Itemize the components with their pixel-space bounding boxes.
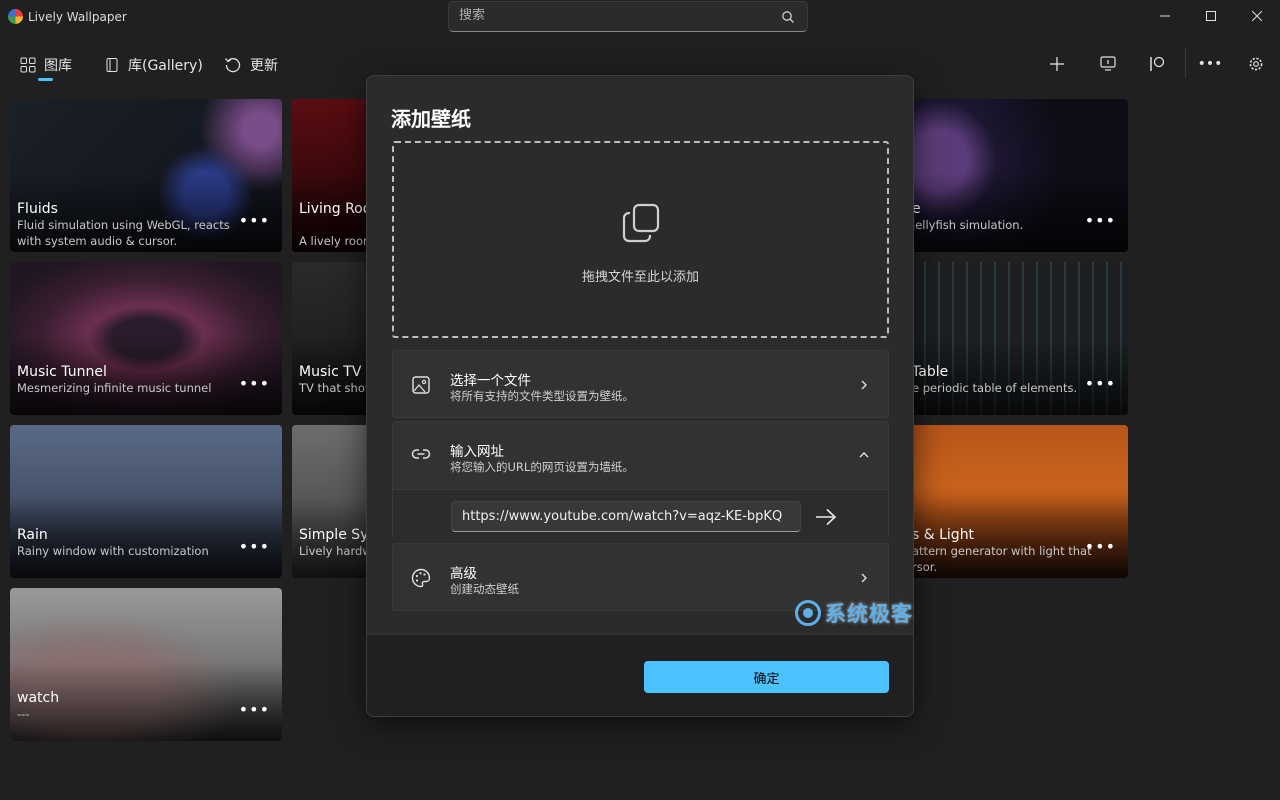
gear-icon	[1249, 57, 1263, 71]
link-icon	[411, 449, 431, 459]
drop-zone-text: 拖拽文件至此以添加	[581, 270, 699, 285]
card-more-button[interactable]: •••	[239, 700, 270, 719]
choose-file-option[interactable]: 选择一个文件 将所有支持的文件类型设置为壁纸。	[392, 350, 889, 418]
card-description: ---	[17, 707, 30, 721]
close-icon	[1252, 11, 1262, 21]
chevron-right-icon	[861, 573, 867, 583]
chevron-right-icon	[861, 380, 867, 390]
nav-update-label: 更新	[250, 58, 278, 74]
card-description: attern generator with light that rsor.	[912, 544, 1092, 574]
card-more-button[interactable]: •••	[1085, 374, 1116, 393]
watermark-logo-icon	[795, 600, 821, 626]
card-title: Fluids	[17, 201, 58, 217]
dialog-footer: 确定	[367, 634, 913, 716]
card-title: watch	[17, 690, 60, 706]
enter-url-title: 输入网址	[450, 444, 504, 460]
ok-button[interactable]: 确定	[644, 661, 889, 693]
card-title: Music Tunnel	[17, 364, 107, 380]
settings-button[interactable]	[1242, 50, 1270, 78]
copy-files-icon	[622, 203, 660, 243]
go-url-button[interactable]	[811, 502, 841, 532]
url-entry-panel	[393, 489, 888, 540]
nav-gallery[interactable]: 图库	[20, 52, 72, 78]
search-input[interactable]	[459, 8, 759, 23]
search-icon[interactable]	[781, 10, 795, 24]
image-icon	[412, 376, 430, 394]
nav-selected-indicator	[38, 78, 53, 81]
enter-url-option[interactable]: 输入网址 将您输入的URL的网页设置为墙纸。	[392, 421, 889, 540]
plus-icon	[1050, 57, 1064, 71]
nav-gallery-label: 图库	[44, 58, 72, 74]
library-icon	[106, 58, 118, 72]
card-title: Rain	[17, 527, 48, 543]
card-more-button[interactable]: •••	[239, 211, 270, 230]
minimize-button[interactable]	[1142, 0, 1188, 32]
palette-icon	[411, 568, 431, 588]
watermark-text: 系统极客	[825, 602, 913, 626]
watermark: 系统极客	[795, 598, 913, 628]
app-title: Lively Wallpaper	[28, 10, 127, 24]
more-options-button[interactable]: •••	[1196, 50, 1224, 78]
close-button[interactable]	[1234, 0, 1280, 32]
wallpaper-card[interactable]: Rain Rainy window with customization •••	[10, 425, 282, 578]
card-title: s & Light	[912, 527, 975, 543]
card-more-button[interactable]: •••	[1085, 211, 1116, 230]
title-bar: Lively Wallpaper	[0, 0, 1280, 34]
maximize-button[interactable]	[1188, 0, 1234, 32]
url-input[interactable]	[451, 501, 801, 532]
card-more-button[interactable]: •••	[239, 374, 270, 393]
nav-library[interactable]: 库(Gallery)	[104, 52, 203, 78]
dialog-title: 添加壁纸	[391, 107, 471, 131]
card-more-button[interactable]: •••	[1085, 537, 1116, 556]
monitor-icon	[1100, 56, 1116, 71]
patreon-icon	[1150, 56, 1165, 71]
enter-url-subtitle: 将您输入的URL的网页设置为墙纸。	[450, 460, 634, 474]
wallpaper-card[interactable]: Fluids Fluid simulation using WebGL, rea…	[10, 99, 282, 252]
search-box[interactable]	[448, 1, 808, 32]
minimize-icon	[1160, 15, 1170, 17]
choose-file-subtitle: 将所有支持的文件类型设置为壁纸。	[450, 389, 634, 403]
card-description: Mesmerizing infinite music tunnel	[17, 381, 212, 395]
display-button[interactable]	[1094, 50, 1122, 78]
card-description: Rainy window with customization	[17, 544, 209, 558]
advanced-subtitle: 创建动态壁纸	[450, 582, 519, 596]
drop-zone[interactable]: 拖拽文件至此以添加	[392, 141, 889, 338]
toolbar-divider	[1185, 48, 1186, 78]
app-logo-icon	[8, 9, 23, 24]
card-more-button[interactable]: •••	[239, 537, 270, 556]
card-title: Table	[912, 364, 949, 380]
chevron-up-icon[interactable]	[858, 449, 870, 461]
add-wallpaper-button[interactable]	[1043, 50, 1071, 78]
patreon-button[interactable]	[1143, 50, 1171, 78]
card-description: Fluid simulation using WebGL, reacts wit…	[17, 218, 230, 248]
grid-icon	[20, 57, 36, 73]
wallpaper-card[interactable]: Music Tunnel Mesmerizing infinite music …	[10, 262, 282, 415]
choose-file-title: 选择一个文件	[450, 373, 531, 389]
nav-library-label: 库(Gallery)	[128, 58, 203, 74]
nav-update[interactable]: 更新	[224, 52, 278, 78]
arrow-right-icon	[816, 508, 837, 526]
refresh-icon	[225, 58, 241, 73]
maximize-icon	[1206, 11, 1216, 21]
advanced-title: 高级	[450, 566, 477, 582]
wallpaper-card[interactable]: watch --- •••	[10, 588, 282, 741]
